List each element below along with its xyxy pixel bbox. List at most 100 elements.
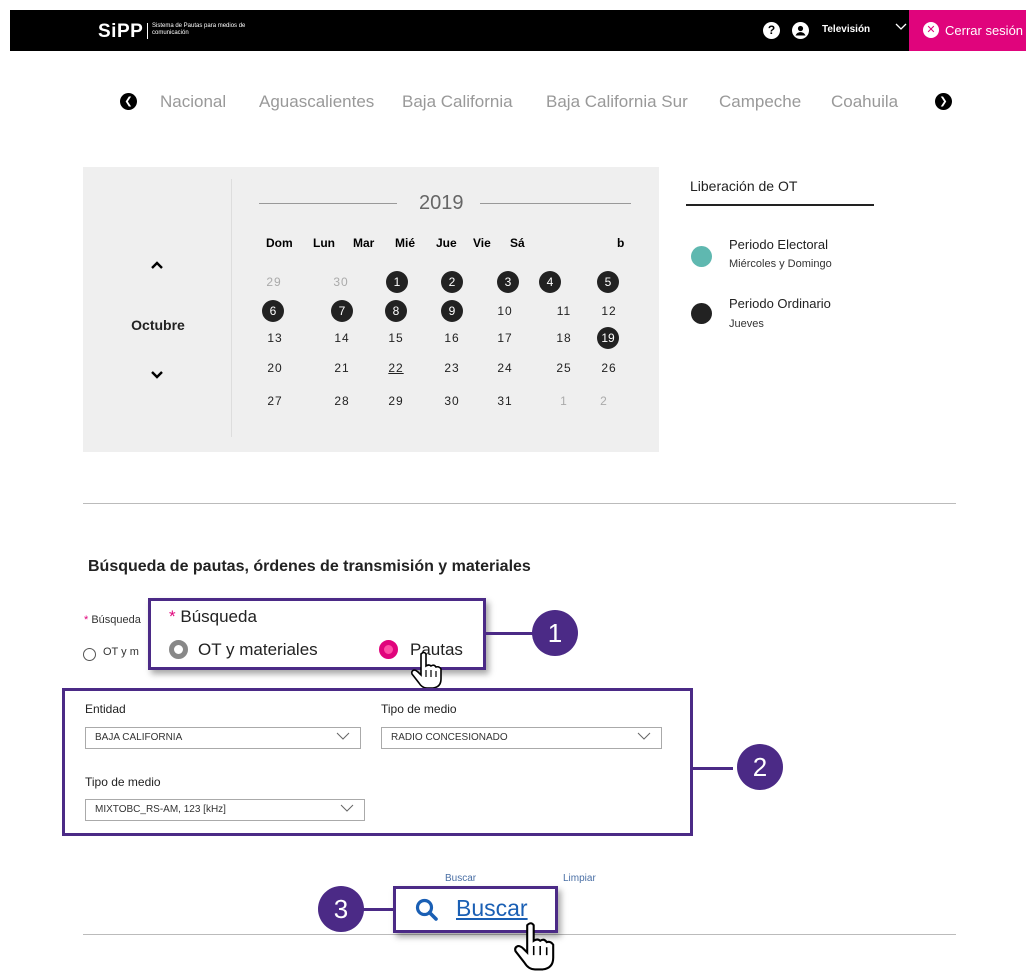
radio-ot-bg[interactable] [83, 648, 96, 661]
radio-ot-materiales[interactable] [169, 640, 188, 659]
year-rule-left [259, 203, 397, 204]
calendar-day[interactable]: 28 [331, 390, 353, 412]
close-icon: ✕ [923, 22, 939, 38]
legend-ordinario-sub: Jueves [729, 318, 764, 330]
state-tab[interactable]: Baja California [402, 92, 513, 112]
calendar-day[interactable]: 29 [385, 390, 407, 412]
legend-ordinario-dot [691, 303, 712, 324]
calendar-day[interactable]: 11 [553, 300, 575, 322]
top-bar: SiPP Sistema de Pautas para medios de co… [10, 10, 1026, 51]
calendar-day[interactable]: 20 [264, 357, 286, 379]
logout-button[interactable]: ✕ Cerrar sesión [909, 10, 1026, 51]
state-tab[interactable]: Coahuila [831, 92, 898, 112]
calendar-day[interactable]: 18 [553, 327, 575, 349]
calendar-day-highlight[interactable]: 7 [331, 300, 353, 322]
emisora-value: MIXTOBC_RS-AM, 123 [kHz] [95, 804, 226, 815]
calendar-day-highlight[interactable]: 1 [386, 271, 408, 293]
tipo-medio-select[interactable]: RADIO CONCESIONADO [381, 727, 662, 749]
search-icon [415, 898, 438, 921]
help-icon[interactable]: ? [763, 22, 780, 39]
emisora-select[interactable]: MIXTOBC_RS-AM, 123 [kHz] [85, 799, 365, 821]
calendar-day[interactable]: 26 [598, 357, 620, 379]
calendar-day-highlight[interactable]: 8 [385, 300, 407, 322]
calendar-day[interactable]: 12 [598, 300, 620, 322]
calendar-day[interactable]: 30 [441, 390, 463, 412]
user-icon[interactable] [792, 22, 809, 39]
radio-pautas[interactable] [379, 640, 398, 659]
buscar-label: Buscar [456, 895, 528, 921]
media-type-select[interactable]: Televisión [822, 24, 870, 35]
legend-underline [686, 204, 874, 206]
state-tab[interactable]: Campeche [719, 92, 801, 112]
month-label: Octubre [131, 317, 185, 333]
legend-electoral-title: Periodo Electoral [729, 237, 828, 252]
calendar-day-highlight[interactable]: 3 [497, 271, 519, 293]
calendar-day-highlight[interactable]: 2 [441, 271, 463, 293]
limpiar-link[interactable]: Limpiar [563, 873, 596, 884]
carousel-prev-icon[interactable]: ❮ [120, 93, 137, 110]
month-prev-icon[interactable] [150, 257, 164, 273]
calendar-day[interactable]: 17 [494, 327, 516, 349]
year-rule-right [480, 203, 631, 204]
callout-connector [486, 632, 534, 635]
calendar-day[interactable]: 24 [494, 357, 516, 379]
chevron-down-icon[interactable] [895, 21, 907, 35]
app-logo[interactable]: SiPP [98, 21, 143, 43]
section-divider [83, 503, 956, 504]
calendar-day[interactable]: 16 [441, 327, 463, 349]
weekday-header: b [617, 236, 625, 250]
tipo-medio-value: RADIO CONCESIONADO [391, 732, 508, 743]
weekday-header: Mar [353, 236, 375, 250]
calendar-day[interactable]: 31 [494, 390, 516, 412]
month-next-icon[interactable] [150, 367, 164, 383]
app-subtitle: Sistema de Pautas para medios de comunic… [152, 23, 246, 36]
state-carousel: ❮ Nacional Aguascalientes Baja Californi… [0, 91, 1026, 115]
calendar-day[interactable]: 30 [330, 271, 352, 293]
callout-filters: Entidad BAJA CALIFORNIA Tipo de medio RA… [62, 688, 693, 836]
calendar-day[interactable]: 23 [441, 357, 463, 379]
legend-electoral-dot [691, 246, 712, 267]
step-badge: 2 [737, 744, 783, 790]
buscar-small-link[interactable]: Buscar [445, 873, 476, 884]
hand-cursor-icon [514, 922, 555, 971]
calendar-day[interactable]: 27 [264, 390, 286, 412]
search-type-label-zoom: * Búsqueda [169, 607, 257, 626]
calendar-day[interactable]: 13 [264, 327, 286, 349]
calendar-day[interactable]: 14 [331, 327, 353, 349]
calendar-day[interactable]: 10 [494, 300, 516, 322]
calendar-day-today[interactable]: 22 [385, 357, 407, 379]
callout-connector [693, 767, 733, 770]
tipo-medio-label: Tipo de medio [381, 702, 457, 716]
calendar-day[interactable]: 15 [385, 327, 407, 349]
chevron-down-icon [336, 732, 350, 740]
calendar-day-highlight[interactable]: 19 [597, 327, 619, 349]
calendar-day-highlight[interactable]: 4 [539, 271, 561, 293]
weekday-header: Dom [266, 236, 293, 250]
entidad-value: BAJA CALIFORNIA [95, 732, 183, 743]
logout-label: Cerrar sesión [945, 23, 1024, 38]
logo-divider [147, 23, 148, 39]
state-tab[interactable]: Aguascalientes [259, 92, 374, 112]
carousel-next-icon[interactable]: ❯ [935, 93, 952, 110]
calendar-day[interactable]: 25 [553, 357, 575, 379]
calendar-day[interactable]: 21 [331, 357, 353, 379]
calendar-divider [231, 179, 232, 437]
calendar-day[interactable]: 2 [593, 390, 615, 412]
calendar-day-highlight[interactable]: 9 [441, 300, 463, 322]
weekday-header: Lun [313, 236, 335, 250]
chevron-down-icon [637, 732, 651, 740]
state-tab[interactable]: Baja California Sur [546, 92, 688, 112]
search-section-title: Búsqueda de pautas, órdenes de transmisi… [88, 558, 531, 575]
hand-cursor-icon [410, 651, 442, 689]
calendar-day-highlight[interactable]: 5 [597, 271, 619, 293]
step-badge: 1 [532, 610, 578, 656]
calendar-day[interactable]: 1 [553, 390, 575, 412]
entidad-select[interactable]: BAJA CALIFORNIA [85, 727, 361, 749]
weekday-header: Vie [473, 236, 491, 250]
state-tab[interactable]: Nacional [160, 92, 226, 112]
weekday-header: Sá [510, 236, 525, 250]
callout-connector [362, 908, 395, 911]
calendar-day-highlight[interactable]: 6 [262, 300, 284, 322]
weekday-header: Mié [395, 236, 416, 250]
calendar-day[interactable]: 29 [263, 271, 285, 293]
